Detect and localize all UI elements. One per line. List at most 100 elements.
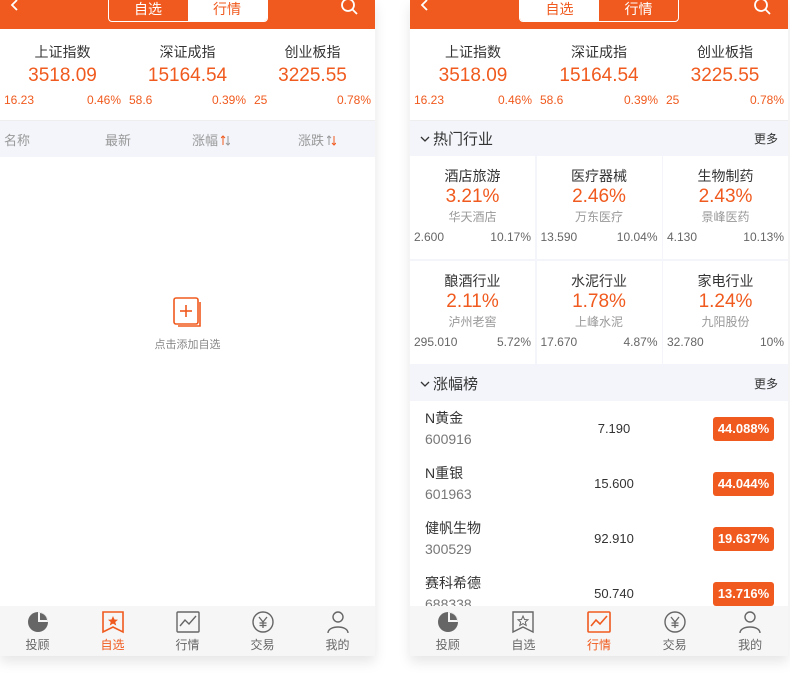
- index-card[interactable]: 上证指数 3518.09 16.23 0.46%: [0, 43, 125, 120]
- index-change-row: 16.23 0.46%: [0, 93, 125, 107]
- industry-pct: 3.21%: [445, 186, 500, 207]
- index-value: 15164.54: [559, 65, 639, 86]
- industry-card[interactable]: 医疗器械 2.46% 万东医疗 13.590 10.04%: [536, 156, 662, 259]
- index-pct: 0.39%: [211, 93, 246, 107]
- tab-label: 投顾: [435, 638, 460, 652]
- tab-market-nav[interactable]: 行情: [561, 606, 637, 656]
- top-bar: 自选 行情: [0, 0, 375, 29]
- sort-icon: [327, 134, 337, 146]
- stock-price: 4.130: [667, 230, 698, 244]
- index-change-row: 58.6 0.39%: [536, 93, 662, 107]
- index-change-row: 58.6 0.39%: [125, 93, 250, 107]
- industry-card[interactable]: 生物制药 2.43% 景峰医药 4.130 10.13%: [663, 156, 788, 259]
- hot-industries-header[interactable]: 热门行业 更多: [410, 121, 788, 156]
- industry-pct: 2.11%: [446, 291, 499, 312]
- index-card[interactable]: 深证成指 15164.54 58.6 0.39%: [125, 43, 250, 120]
- tab-market-nav[interactable]: 行情: [150, 606, 225, 656]
- index-name: 深证成指: [571, 44, 627, 60]
- index-change: 58.6: [129, 93, 153, 107]
- index-change-row: 25 0.78%: [250, 93, 375, 107]
- industry-name: 生物制药: [697, 168, 754, 184]
- index-value: 3225.55: [278, 65, 347, 86]
- index-name: 上证指数: [34, 44, 91, 60]
- index-summary: 上证指数 3518.09 16.23 0.46% 深证成指 15164.54 58…: [410, 29, 788, 121]
- stock-pct: 5.72%: [496, 335, 531, 349]
- index-card[interactable]: 深证成指 15164.54 58.6 0.39%: [536, 43, 662, 120]
- top-gainers-header[interactable]: 涨幅榜 更多: [410, 366, 788, 401]
- industry-card[interactable]: 酒店旅游 3.21% 华天酒店 2.600 10.17%: [410, 156, 535, 259]
- tab-watchlist-nav[interactable]: 自选: [75, 606, 150, 656]
- leading-stock-quote: 32.780 10%: [663, 335, 788, 349]
- leading-stock: 上峰水泥: [574, 315, 623, 329]
- column-change-pct-label: 涨幅: [192, 132, 219, 148]
- tab-trade[interactable]: 交易: [637, 606, 713, 656]
- leading-stock-quote: 2.600 10.17%: [410, 230, 535, 244]
- tab-advisor[interactable]: 投顾: [410, 606, 486, 656]
- tab-advisor[interactable]: 投顾: [0, 606, 75, 656]
- leading-stock: 景峰医药: [701, 210, 750, 224]
- index-change-row: 16.23 0.46%: [410, 93, 536, 107]
- stock-info: 健帆生物 300529: [425, 518, 555, 560]
- back-icon[interactable]: [416, 0, 434, 15]
- yen-coin-icon: [251, 611, 274, 633]
- industry-card[interactable]: 酿酒行业 2.11% 泸州老窖 295.010 5.72%: [410, 261, 535, 364]
- column-change[interactable]: 涨跌: [298, 130, 337, 149]
- tab-market[interactable]: 行情: [187, 0, 267, 21]
- column-name: 名称: [4, 132, 31, 148]
- index-card[interactable]: 上证指数 3518.09 16.23 0.46%: [410, 43, 536, 120]
- tab-watchlist[interactable]: 自选: [520, 0, 599, 21]
- stock-pct: 4.87%: [623, 335, 658, 349]
- index-change: 16.23: [414, 93, 445, 107]
- index-card[interactable]: 创业板指 3225.55 25 0.78%: [250, 43, 375, 120]
- stock-price: 7.190: [597, 421, 631, 436]
- back-icon[interactable]: [6, 0, 24, 15]
- empty-hint: 点击添加自选: [154, 339, 221, 351]
- segment-control: 自选 行情: [519, 0, 679, 22]
- leading-stock: 泸州老窖: [448, 315, 497, 329]
- tab-label: 我的: [738, 638, 763, 652]
- segment-control: 自选 行情: [107, 0, 268, 22]
- index-value: 3518.09: [438, 65, 508, 86]
- industry-name: 酒店旅游: [444, 168, 501, 184]
- tab-label: 行情: [586, 638, 611, 652]
- industry-card[interactable]: 家电行业 1.24% 九阳股份 32.780 10%: [663, 261, 788, 364]
- tab-market[interactable]: 行情: [599, 0, 678, 21]
- watchlist-column-header: 名称 最新 涨幅 涨跌: [0, 121, 375, 157]
- section-title: 涨幅榜: [420, 373, 478, 394]
- search-icon[interactable]: [339, 0, 361, 19]
- empty-watchlist[interactable]: 点击添加自选: [0, 296, 375, 352]
- index-value: 15164.54: [147, 65, 228, 86]
- tab-profile[interactable]: 我的: [300, 606, 375, 656]
- tab-profile[interactable]: 我的: [712, 606, 788, 656]
- section-title-text: 热门行业: [433, 131, 494, 148]
- index-value: 3225.55: [690, 65, 760, 86]
- index-change: 58.6: [540, 93, 564, 107]
- more-link[interactable]: 更多: [754, 130, 778, 147]
- stock-info: N黄金 600916: [425, 408, 555, 450]
- list-item[interactable]: N重银 601963 15.600 44.044%: [410, 456, 788, 511]
- search-icon[interactable]: [752, 0, 774, 19]
- tab-trade[interactable]: 交易: [225, 606, 300, 656]
- stock-pct: 10%: [759, 335, 784, 349]
- tab-watchlist-nav[interactable]: 自选: [486, 606, 562, 656]
- index-card[interactable]: 创业板指 3225.55 25 0.78%: [662, 43, 788, 120]
- industry-pct: 1.24%: [698, 291, 753, 312]
- index-name: 深证成指: [159, 44, 216, 60]
- list-item[interactable]: N黄金 600916 7.190 44.088%: [410, 401, 788, 456]
- more-link[interactable]: 更多: [754, 375, 778, 392]
- stock-pct: 10.17%: [490, 230, 531, 244]
- stock-pct: 10.04%: [616, 230, 658, 244]
- column-latest[interactable]: 最新: [105, 130, 131, 149]
- add-watchlist-icon[interactable]: [172, 296, 204, 328]
- section-title: 热门行业: [420, 128, 493, 149]
- industry-pct: 1.78%: [572, 291, 626, 312]
- industry-card[interactable]: 水泥行业 1.78% 上峰水泥 17.670 4.87%: [536, 261, 662, 364]
- index-summary: 上证指数 3518.09 16.23 0.46% 深证成指 15164.54 58…: [0, 29, 375, 121]
- leading-stock: 万东医疗: [574, 210, 623, 224]
- stock-name: N重银: [425, 464, 464, 481]
- bottom-tab-bar: 投顾 自选 行情 交易 我的: [410, 606, 788, 656]
- column-change-pct[interactable]: 涨幅: [192, 130, 231, 149]
- list-item[interactable]: 健帆生物 300529 92.910 19.637%: [410, 511, 788, 566]
- tab-watchlist[interactable]: 自选: [109, 0, 188, 21]
- leading-stock-quote: 13.590 10.04%: [537, 230, 662, 244]
